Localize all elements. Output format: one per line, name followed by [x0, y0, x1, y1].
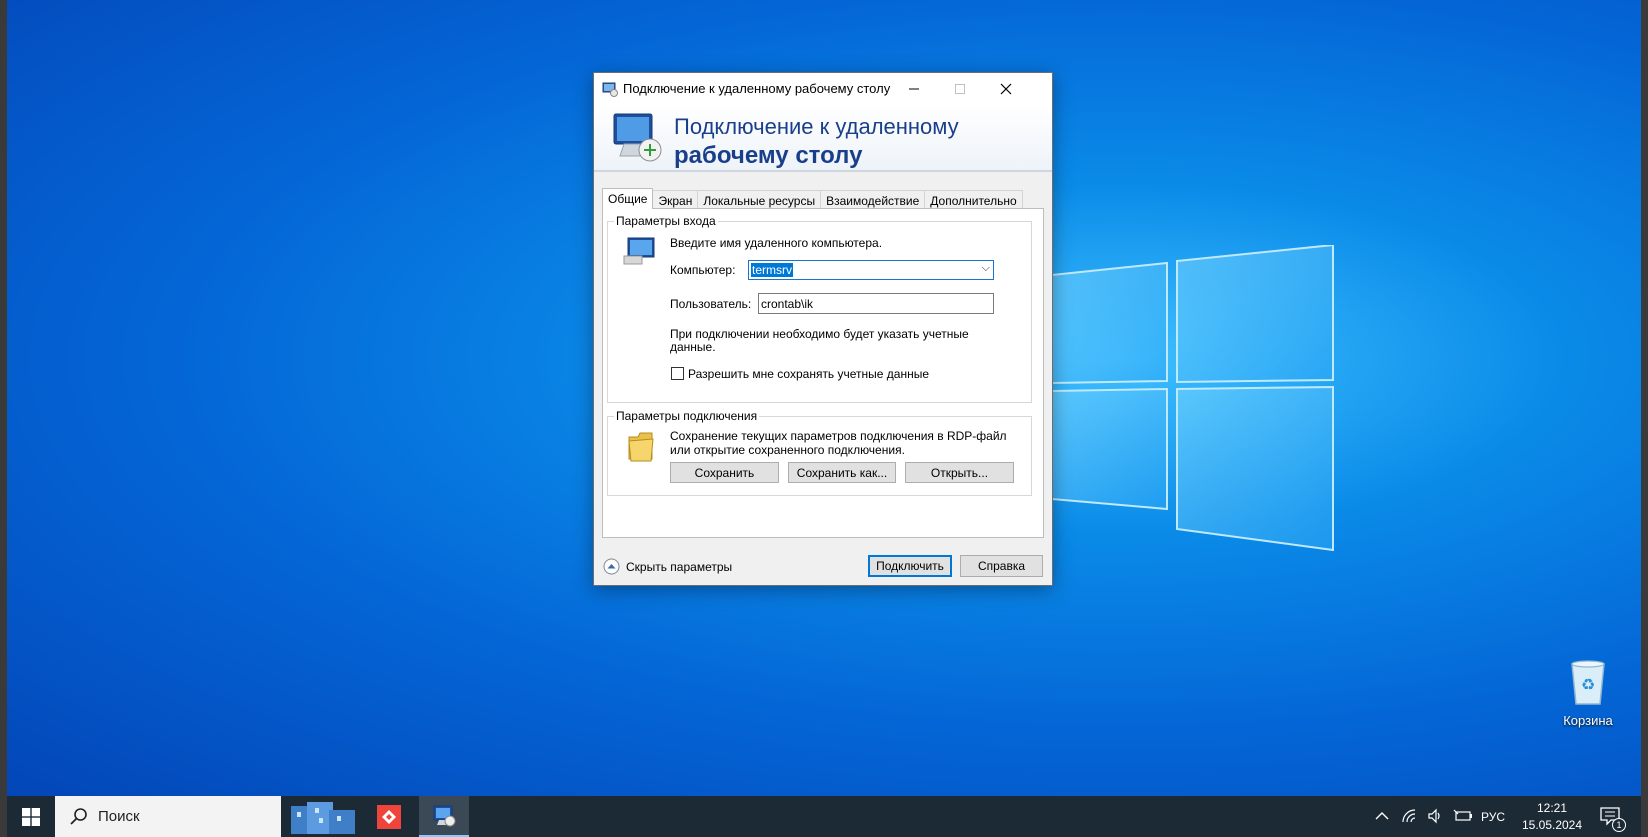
clock-time: 12:21	[1536, 801, 1568, 815]
tab-display[interactable]: Экран	[652, 190, 699, 209]
close-icon	[1000, 83, 1012, 94]
taskbar-clock[interactable]: 12:21 15.05.2024	[1517, 800, 1587, 834]
battery-icon[interactable]	[1453, 808, 1473, 824]
user-label: Пользователь:	[670, 297, 752, 311]
save-button[interactable]: Сохранить	[670, 462, 779, 483]
taskbar-search-box[interactable]: Поиск	[55, 796, 281, 837]
tab-general[interactable]: Общие	[602, 188, 654, 209]
tab-local-resources[interactable]: Локальные ресурсы	[697, 190, 822, 209]
tab-advanced[interactable]: Дополнительно	[924, 190, 1023, 209]
search-highlight-image	[291, 802, 355, 834]
save-credentials-label[interactable]: Разрешить мне сохранять учетные данные	[688, 367, 929, 381]
anydesk-icon	[377, 804, 401, 829]
network-icon[interactable]	[1401, 808, 1419, 824]
open-button[interactable]: Открыть...	[905, 462, 1014, 483]
windows-start-icon	[22, 807, 40, 826]
folder-icon	[628, 432, 654, 462]
windows-wallpaper-logo	[1052, 245, 1334, 551]
recycle-bin-label: Корзина	[1563, 713, 1613, 728]
collapse-up-icon[interactable]	[603, 558, 620, 575]
hide-options-link[interactable]: Скрыть параметры	[626, 560, 732, 574]
language-indicator[interactable]: РУС	[1481, 796, 1505, 837]
connection-desc-line2: или открытие сохраненного подключения.	[670, 443, 905, 457]
notification-badge: 1	[1612, 818, 1626, 832]
recycle-bin-icon: ♻	[1571, 660, 1605, 705]
logon-hint: Введите имя удаленного компьютера.	[670, 236, 883, 250]
credentials-note-line2: данные.	[670, 340, 716, 354]
banner-line2: рабочему столу	[674, 142, 863, 169]
connection-settings-group: Параметры подключения Сохранение текущих…	[607, 409, 1032, 496]
logon-settings-group: Параметры входа Введите имя удаленного к…	[607, 214, 1032, 403]
svg-text:♻: ♻	[1581, 675, 1595, 694]
taskbar-app-remote-desktop[interactable]	[419, 796, 469, 837]
clock-date: 15.05.2024	[1521, 818, 1583, 832]
search-icon	[70, 808, 87, 825]
general-tab-panel: Параметры входа Введите имя удаленного к…	[602, 208, 1044, 538]
screen-border-right	[1641, 0, 1648, 837]
user-field[interactable]: crontab\ik	[758, 293, 994, 314]
help-button[interactable]: Справка	[960, 555, 1043, 577]
connection-desc-line1: Сохранение текущих параметров подключени…	[670, 429, 1007, 443]
dialog-titlebar[interactable]: Подключение к удаленному рабочему столу	[594, 73, 1052, 104]
remote-desktop-taskbar-icon	[433, 805, 456, 826]
rdp-app-icon	[602, 82, 618, 97]
maximize-icon	[955, 83, 965, 94]
dialog-title: Подключение к удаленному рабочему столу	[623, 81, 891, 96]
tab-strip: Общие Экран Локальные ресурсы Взаимодейс…	[602, 188, 1023, 209]
computer-icon	[623, 237, 655, 265]
taskbar-app-anydesk[interactable]	[365, 796, 413, 837]
taskbar: Поиск РУС 12:21 15.05.2024 1	[7, 796, 1641, 837]
connection-settings-legend: Параметры подключения	[614, 409, 760, 423]
minimize-button[interactable]	[891, 73, 937, 104]
chevron-down-icon[interactable]: ⌵	[982, 262, 990, 275]
tab-experience[interactable]: Взаимодействие	[820, 190, 926, 209]
minimize-icon	[909, 88, 919, 89]
recycle-bin[interactable]: ♻ Корзина	[1547, 658, 1629, 728]
screen-border-left	[0, 0, 7, 837]
close-button[interactable]	[983, 73, 1029, 104]
computer-combobox[interactable]: termsrv ⌵	[748, 260, 994, 280]
start-button[interactable]	[7, 796, 55, 837]
notification-center-button[interactable]: 1	[1599, 806, 1626, 832]
search-placeholder: Поиск	[98, 808, 140, 825]
save-as-button[interactable]: Сохранить как...	[788, 462, 896, 483]
volume-icon[interactable]	[1427, 808, 1445, 824]
banner-line1: Подключение к удаленному	[674, 114, 959, 139]
computer-value: termsrv	[751, 263, 793, 277]
save-credentials-checkbox[interactable]	[671, 367, 684, 380]
logon-settings-legend: Параметры входа	[614, 214, 718, 228]
maximize-button	[937, 73, 983, 104]
dialog-banner: Подключение к удаленному рабочему столу	[594, 104, 1052, 172]
chevron-up-icon[interactable]	[1375, 810, 1389, 822]
connect-button[interactable]: Подключить	[868, 555, 952, 577]
computer-label: Компьютер:	[670, 263, 736, 277]
rdp-dialog: Подключение к удаленному рабочему столу …	[593, 72, 1053, 586]
remote-desktop-icon	[613, 113, 662, 162]
credentials-note-line1: При подключении необходимо будет указать…	[670, 327, 969, 341]
